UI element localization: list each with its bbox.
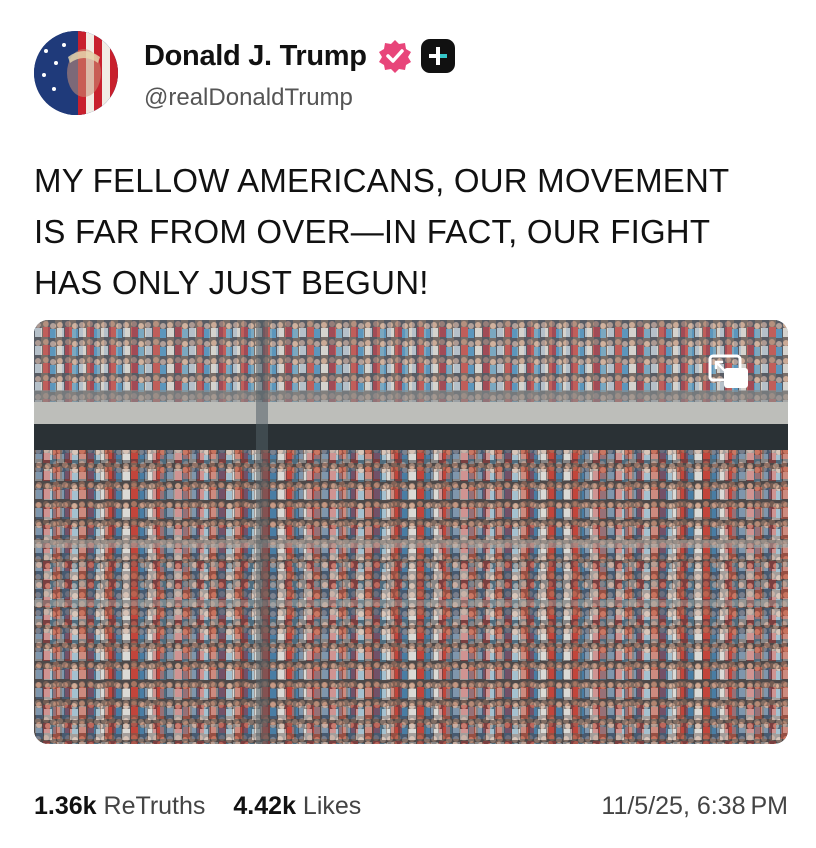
likes-stat[interactable]: 4.42k Likes	[233, 792, 361, 821]
truth-plus-badge-icon	[420, 39, 455, 73]
author-name-row: Donald J. Trump	[144, 38, 455, 74]
post-footer: 1.36k ReTruths 4.42k Likes 11/5/25, 6:38…	[34, 792, 788, 821]
avatar[interactable]	[34, 31, 118, 115]
post-timestamp: 11/5/25, 6:38 PM	[601, 792, 788, 820]
retruths-label: ReTruths	[103, 792, 206, 820]
post-video[interactable]	[34, 320, 788, 744]
retruths-count: 1.36k	[34, 792, 97, 820]
picture-in-picture-icon[interactable]	[708, 354, 750, 390]
stadium-crowd-image	[34, 320, 788, 744]
author-display-name[interactable]: Donald J. Trump	[144, 40, 367, 73]
author-handle[interactable]: @realDonaldTrump	[144, 84, 353, 112]
retruths-stat[interactable]: 1.36k ReTruths	[34, 792, 205, 821]
avatar-image	[34, 31, 118, 115]
post-text: MY FELLOW AMERICANS, OUR MOVEMENT IS FAR…	[34, 162, 730, 301]
likes-count: 4.42k	[233, 792, 296, 820]
likes-label: Likes	[302, 792, 362, 820]
verified-badge-icon	[378, 40, 411, 73]
